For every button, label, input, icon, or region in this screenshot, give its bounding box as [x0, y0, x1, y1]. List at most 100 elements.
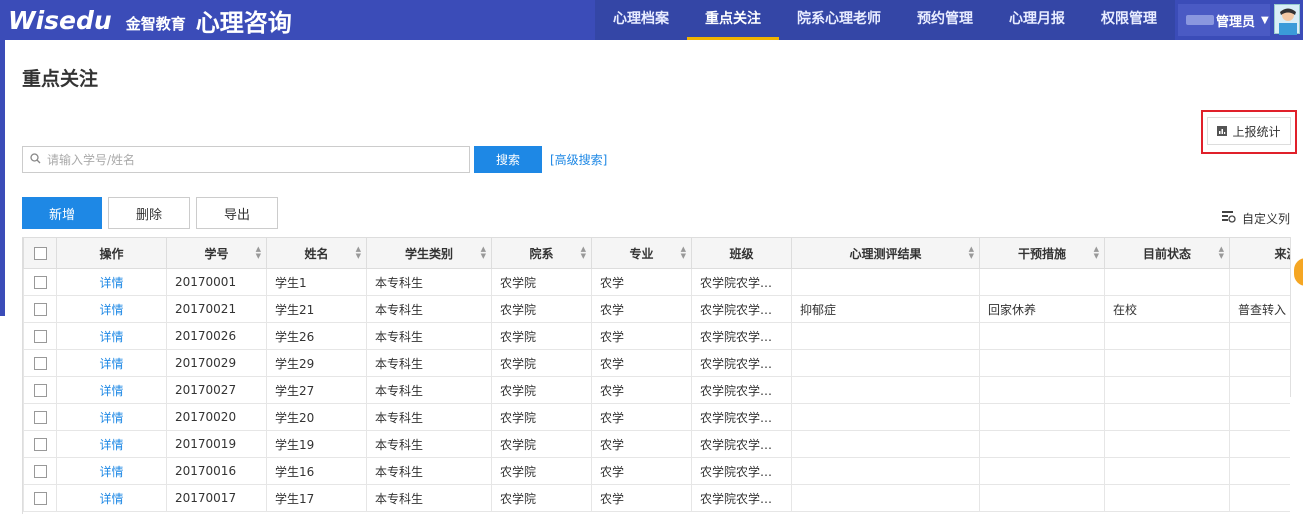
- nav-item-3[interactable]: 预约管理: [899, 0, 991, 40]
- cell-name: 学生17: [266, 484, 367, 512]
- cell-measure: [979, 376, 1105, 404]
- cell-dept: 农学院: [491, 457, 592, 485]
- cell-status: [1104, 349, 1230, 377]
- cell-source: [1229, 376, 1290, 404]
- action-cell: 详情: [56, 295, 167, 323]
- row-checkbox[interactable]: [33, 303, 47, 316]
- cell-major: 农学: [591, 322, 692, 350]
- row-checkbox[interactable]: [33, 465, 47, 478]
- table-row: 详情 20170027 学生27 本专科生 农学院 农学 农学院农学班...: [23, 376, 1290, 404]
- row-checkbox[interactable]: [33, 384, 47, 397]
- search-box: [22, 146, 470, 173]
- search-button[interactable]: 搜索: [474, 146, 542, 173]
- nav-item-4[interactable]: 心理月报: [991, 0, 1083, 40]
- sort-icon[interactable]: ▲ ▼: [969, 246, 974, 260]
- column-header[interactable]: 学生类别 ▲ ▼: [366, 237, 492, 269]
- user-menu[interactable]: 管理员 ▼: [1178, 4, 1270, 36]
- cell-measure: [979, 403, 1105, 431]
- sort-icon[interactable]: ▲ ▼: [256, 246, 261, 260]
- sort-icon[interactable]: ▲ ▼: [356, 246, 361, 260]
- row-checkbox[interactable]: [33, 492, 47, 505]
- columns-settings-icon: [1222, 211, 1236, 226]
- column-header[interactable]: 院系 ▲ ▼: [491, 237, 592, 269]
- detail-link[interactable]: 详情: [99, 465, 123, 479]
- cell-measure: 回家休养: [979, 295, 1105, 323]
- cell-major: 农学: [591, 484, 692, 512]
- detail-link[interactable]: 详情: [99, 492, 123, 506]
- cell-id: 20170016: [166, 457, 267, 485]
- column-header[interactable]: 专业 ▲ ▼: [591, 237, 692, 269]
- cell-class: 农学院农学班...: [691, 349, 792, 377]
- column-header[interactable]: 学号 ▲ ▼: [166, 237, 267, 269]
- cell-dept: 农学院: [491, 322, 592, 350]
- cell-class: 农学院农学班...: [691, 376, 792, 404]
- detail-link[interactable]: 详情: [99, 411, 123, 425]
- table-row: 详情 20170019 学生19 本专科生 农学院 农学 农学院农学班...: [23, 430, 1290, 458]
- cell-measure: [979, 268, 1105, 296]
- column-header[interactable]: 班级: [691, 237, 792, 269]
- report-stats-button[interactable]: 上报统计: [1207, 117, 1291, 145]
- main-nav: 心理档案 重点关注 院系心理老师 预约管理 心理月报 权限管理: [595, 0, 1175, 40]
- table-row: 详情 20170026 学生26 本专科生 农学院 农学 农学院农学班...: [23, 322, 1290, 350]
- row-checkbox[interactable]: [33, 330, 47, 343]
- detail-link[interactable]: 详情: [99, 384, 123, 398]
- detail-link[interactable]: 详情: [99, 276, 123, 290]
- delete-button[interactable]: 删除: [108, 197, 190, 229]
- cell-dept: 农学院: [491, 484, 592, 512]
- cell-source: [1229, 484, 1290, 512]
- cell-result: [791, 457, 980, 485]
- cell-status: 在校: [1104, 295, 1230, 323]
- custom-columns-button[interactable]: 自定义列: [1222, 210, 1290, 227]
- sort-icon[interactable]: ▲ ▼: [481, 246, 486, 260]
- detail-link[interactable]: 详情: [99, 438, 123, 452]
- nav-item-5[interactable]: 权限管理: [1083, 0, 1175, 40]
- export-button[interactable]: 导出: [196, 197, 278, 229]
- detail-link[interactable]: 详情: [99, 357, 123, 371]
- advanced-search-link[interactable]: [高级搜索]: [550, 151, 607, 168]
- cell-type: 本专科生: [366, 457, 492, 485]
- cell-id: 20170019: [166, 430, 267, 458]
- cell-class: 农学院农学班...: [691, 484, 792, 512]
- sort-icon[interactable]: ▲ ▼: [1219, 246, 1224, 260]
- table-row: 详情 20170029 学生29 本专科生 农学院 农学 农学院农学班...: [23, 349, 1290, 377]
- cell-id: 20170017: [166, 484, 267, 512]
- sort-icon[interactable]: ▲ ▼: [1094, 246, 1099, 260]
- search-input[interactable]: [47, 152, 457, 167]
- cell-measure: [979, 484, 1105, 512]
- cell-name: 学生26: [266, 322, 367, 350]
- column-header[interactable]: 干预措施 ▲ ▼: [979, 237, 1105, 269]
- cell-name: 学生1: [266, 268, 367, 296]
- row-checkbox[interactable]: [33, 438, 47, 451]
- sort-icon[interactable]: ▲ ▼: [681, 246, 686, 260]
- cell-type: 本专科生: [366, 268, 492, 296]
- detail-link[interactable]: 详情: [99, 330, 123, 344]
- sort-icon[interactable]: ▲ ▼: [581, 246, 586, 260]
- action-cell: 详情: [56, 322, 167, 350]
- cell-type: 本专科生: [366, 403, 492, 431]
- select-all-checkbox[interactable]: [33, 247, 47, 260]
- cell-status: [1104, 403, 1230, 431]
- cell-class: 农学院农学班...: [691, 322, 792, 350]
- row-checkbox[interactable]: [33, 411, 47, 424]
- nav-item-1[interactable]: 重点关注: [687, 0, 779, 40]
- table-header-row: 操作 学号 ▲ ▼ 姓名 ▲ ▼ 学生类别 ▲ ▼ 院系 ▲ ▼ 专业 ▲ ▼ 班级 心理测评结果 ▲ ▼ 干预措施 ▲ ▼…: [23, 237, 1290, 269]
- cell-dept: 农学院: [491, 349, 592, 377]
- row-checkbox[interactable]: [33, 276, 47, 289]
- column-header-label: 姓名: [304, 246, 329, 261]
- nav-item-2[interactable]: 院系心理老师: [779, 0, 899, 40]
- cell-type: 本专科生: [366, 376, 492, 404]
- cell-result: [791, 376, 980, 404]
- column-header[interactable]: 操作: [56, 237, 167, 269]
- detail-link[interactable]: 详情: [99, 303, 123, 317]
- add-button[interactable]: 新增: [22, 197, 102, 229]
- column-header[interactable]: 来源: [1229, 237, 1290, 269]
- avatar[interactable]: [1274, 4, 1300, 35]
- column-header[interactable]: 心理测评结果 ▲ ▼: [791, 237, 980, 269]
- row-checkbox[interactable]: [33, 357, 47, 370]
- cell-type: 本专科生: [366, 484, 492, 512]
- column-header[interactable]: 目前状态 ▲ ▼: [1104, 237, 1230, 269]
- nav-item-0[interactable]: 心理档案: [595, 0, 687, 40]
- column-header[interactable]: 姓名 ▲ ▼: [266, 237, 367, 269]
- action-cell: 详情: [56, 376, 167, 404]
- cell-major: 农学: [591, 376, 692, 404]
